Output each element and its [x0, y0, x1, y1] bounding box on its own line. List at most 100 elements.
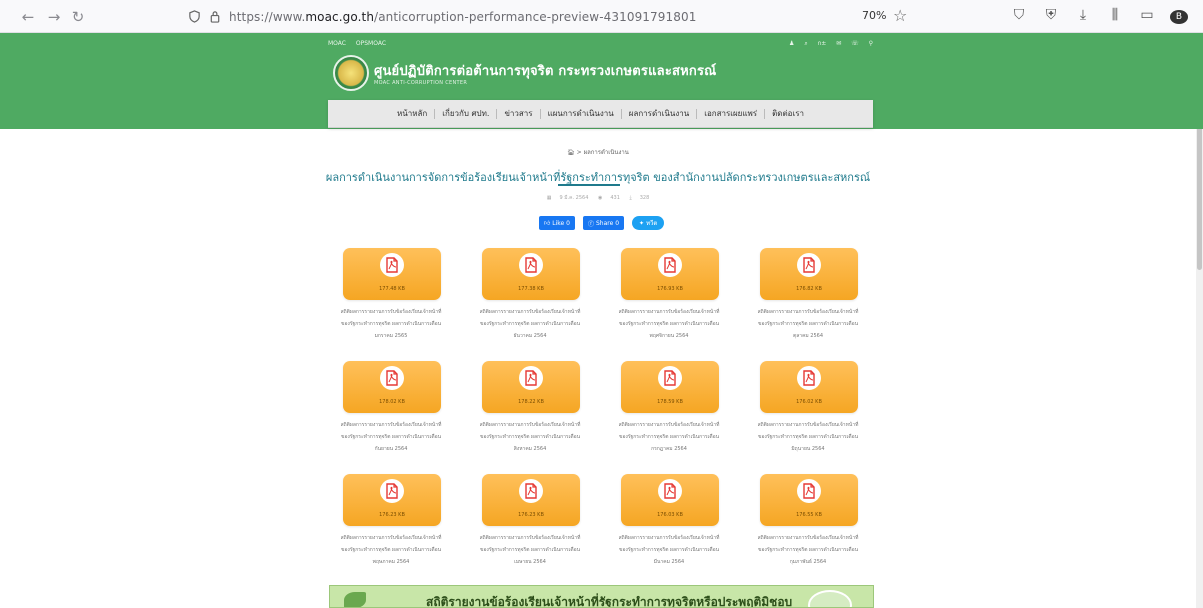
social-buttons: 👍︎ Like 0 ⓕ Share 0 ✦ ทวีต — [539, 216, 665, 230]
font-size-icon[interactable]: ก± — [818, 40, 827, 47]
caption-line: ของรัฐกระทำการทุจริต ผลการดำเนินการเดือน — [757, 547, 859, 553]
pdf-document-card[interactable]: 176.82 KB — [760, 248, 858, 300]
facebook-share-button[interactable]: ⓕ Share 0 — [582, 216, 625, 230]
search-icon[interactable]: ⌕ — [804, 40, 807, 47]
caption-month: กุมภาพันธ์ 2564 — [789, 559, 827, 565]
caption-line: ของรัฐกระทำการทุจริต ผลการดำเนินการเดือน — [757, 434, 859, 440]
caption-line: สถิติผลการรายงานการรับข้อร้องเรียนเจ้าหน… — [479, 422, 581, 428]
pdf-icon — [380, 479, 404, 503]
location-icon[interactable]: ⚲ — [869, 40, 873, 47]
menu-item-documents[interactable]: เอกสารเผยแพร่ — [697, 108, 766, 119]
reload-icon[interactable]: ↻ — [66, 5, 90, 29]
address-bar[interactable]: https://www.moac.go.th/anticorruption-pe… — [188, 6, 696, 28]
toolbar-icons: ⛉ ⛨ ⤓ ⫼ ▭ B ≡ — [1010, 7, 1203, 24]
facebook-like-button[interactable]: 👍︎ Like 0 — [539, 216, 575, 230]
menu-item-about[interactable]: เกี่ยวกับ ศปท. — [435, 108, 498, 119]
file-size: 178.59 KB — [657, 399, 683, 405]
breadcrumb: 🏠︎ > ผลการดำเนินงาน — [567, 149, 629, 156]
document-caption[interactable]: สถิติผลการรายงานการรับข้อร้องเรียนเจ้าหน… — [463, 532, 597, 568]
site-title[interactable]: ศูนย์ปฏิบัติการต่อต้านการทุจริต กระทรวงเ… — [374, 60, 716, 81]
breadcrumb-current: ผลการดำเนินงาน — [583, 149, 629, 156]
pdf-document-card[interactable]: 176.55 KB — [760, 474, 858, 526]
document-caption[interactable]: สถิติผลการรายงานการรับข้อร้องเรียนเจ้าหน… — [324, 306, 458, 342]
menu-item-news[interactable]: ข่าวสาร — [497, 108, 541, 119]
caption-month: พฤษภาคม 2564 — [372, 559, 410, 565]
caption-line: ของรัฐกระทำการทุจริต ผลการดำเนินการเดือน — [340, 547, 442, 553]
download-count-icon: ⤓ — [629, 195, 632, 201]
zoom-level[interactable]: 70% — [862, 9, 886, 22]
menu-item-home[interactable]: หน้าหลัก — [390, 108, 436, 119]
file-size: 178.22 KB — [518, 399, 544, 405]
file-size: 176.55 KB — [796, 512, 822, 518]
user-icon[interactable]: ♟ — [789, 40, 794, 47]
document-caption[interactable]: สถิติผลการรายงานการรับข้อร้องเรียนเจ้าหน… — [602, 532, 736, 568]
file-size: 177.38 KB — [518, 286, 544, 292]
pdf-icon — [519, 479, 543, 503]
pdf-icon — [380, 253, 404, 277]
back-arrow-icon[interactable]: ← — [16, 5, 40, 29]
document-caption[interactable]: สถิติผลการรายงานการรับข้อร้องเรียนเจ้าหน… — [602, 419, 736, 455]
caption-line: ของรัฐกระทำการทุจริต ผลการดำเนินการเดือน — [479, 434, 581, 440]
pdf-document-card[interactable]: 178.02 KB — [343, 361, 441, 413]
document-caption[interactable]: สถิติผลการรายงานการรับข้อร้องเรียนเจ้าหน… — [463, 419, 597, 455]
site-logo[interactable] — [333, 55, 369, 91]
pdf-icon — [797, 366, 821, 390]
top-link-opsmoac[interactable]: OPSMOAC — [356, 40, 386, 47]
pdf-icon — [797, 479, 821, 503]
post-date: 9 มี.ค. 2564 — [559, 195, 589, 201]
menu-item-contact[interactable]: ติดต่อเรา — [765, 109, 811, 119]
pdf-icon — [380, 366, 404, 390]
pdf-document-card[interactable]: 176.02 KB — [760, 361, 858, 413]
caption-month: กันยายน 2564 — [374, 446, 408, 452]
pdf-document-card[interactable]: 178.22 KB — [482, 361, 580, 413]
document-caption[interactable]: สถิติผลการรายงานการรับข้อร้องเรียนเจ้าหน… — [324, 419, 458, 455]
lock-icon[interactable] — [209, 8, 221, 27]
document-caption[interactable]: สถิติผลการรายงานการรับข้อร้องเรียนเจ้าหน… — [741, 419, 875, 455]
caption-line: ของรัฐกระทำการทุจริต ผลการดำเนินการเดือน — [340, 434, 442, 440]
caption-line: สถิติผลการรายงานการรับข้อร้องเรียนเจ้าหน… — [757, 422, 859, 428]
menu-item-results[interactable]: ผลการดำเนินงาน — [622, 108, 698, 119]
library-icon[interactable]: ⫼ — [1106, 7, 1124, 24]
shield-icon[interactable] — [188, 8, 201, 27]
forward-arrow-icon[interactable]: → — [42, 5, 66, 29]
bookmark-star-icon[interactable]: ☆ — [893, 6, 907, 25]
pdf-document-card[interactable]: 178.59 KB — [621, 361, 719, 413]
pdf-icon — [519, 366, 543, 390]
home-icon[interactable]: 🏠︎ — [567, 149, 575, 156]
pdf-document-card[interactable]: 176.23 KB — [482, 474, 580, 526]
tweet-button[interactable]: ✦ ทวีต — [632, 216, 665, 230]
menu-item-plan[interactable]: แผนการดำเนินงาน — [541, 108, 622, 119]
stats-banner[interactable]: สถิติรายงานข้อร้องเรียนเจ้าหน้าที่รัฐกระ… — [329, 585, 874, 608]
caption-month: ตุลาคม 2564 — [792, 333, 824, 339]
pdf-document-card[interactable]: 176.03 KB — [621, 474, 719, 526]
pdf-icon — [797, 253, 821, 277]
caption-line: สถิติผลการรายงานการรับข้อร้องเรียนเจ้าหน… — [757, 535, 859, 541]
document-caption[interactable]: สถิติผลการรายงานการรับข้อร้องเรียนเจ้าหน… — [463, 306, 597, 342]
top-link-moac[interactable]: MOAC — [328, 40, 346, 47]
file-size: 176.23 KB — [518, 512, 544, 518]
caption-line: สถิติผลการรายงานการรับข้อร้องเรียนเจ้าหน… — [340, 309, 442, 315]
url-text[interactable]: https://www.moac.go.th/anticorruption-pe… — [229, 10, 696, 24]
sidebar-icon[interactable]: ▭ — [1138, 7, 1156, 24]
phone-icon[interactable]: ☏ — [851, 40, 859, 47]
document-caption[interactable]: สถิติผลการรายงานการรับข้อร้องเรียนเจ้าหน… — [741, 306, 875, 342]
shield-check-icon[interactable]: ⛨ — [1042, 7, 1060, 24]
top-strip: MOAC OPSMOAC ♟ ⌕ ก± ✉ ☏ ⚲ — [328, 38, 873, 48]
pdf-document-card[interactable]: 176.93 KB — [621, 248, 719, 300]
pdf-document-card[interactable]: 176.23 KB — [343, 474, 441, 526]
document-caption[interactable]: สถิติผลการรายงานการรับข้อร้องเรียนเจ้าหน… — [741, 532, 875, 568]
caption-month: มิถุนายน 2564 — [791, 446, 825, 452]
mail-icon[interactable]: ✉ — [836, 40, 841, 47]
site-subtitle: MOAC ANTI-CORRUPTION CENTER — [374, 80, 468, 86]
document-caption[interactable]: สถิติผลการรายงานการรับข้อร้องเรียนเจ้าหน… — [602, 306, 736, 342]
pocket-icon[interactable]: ⛉ — [1010, 7, 1028, 24]
caption-line: สถิติผลการรายงานการรับข้อร้องเรียนเจ้าหน… — [340, 535, 442, 541]
pdf-document-card[interactable]: 177.48 KB — [343, 248, 441, 300]
download-icon[interactable]: ⤓ — [1074, 7, 1092, 24]
file-size: 176.03 KB — [657, 512, 683, 518]
profile-icon[interactable]: B — [1170, 7, 1188, 24]
pdf-document-card[interactable]: 177.38 KB — [482, 248, 580, 300]
file-size: 177.48 KB — [379, 286, 405, 292]
caption-line: ของรัฐกระทำการทุจริต ผลการดำเนินการเดือน — [479, 321, 581, 327]
document-caption[interactable]: สถิติผลการรายงานการรับข้อร้องเรียนเจ้าหน… — [324, 532, 458, 568]
